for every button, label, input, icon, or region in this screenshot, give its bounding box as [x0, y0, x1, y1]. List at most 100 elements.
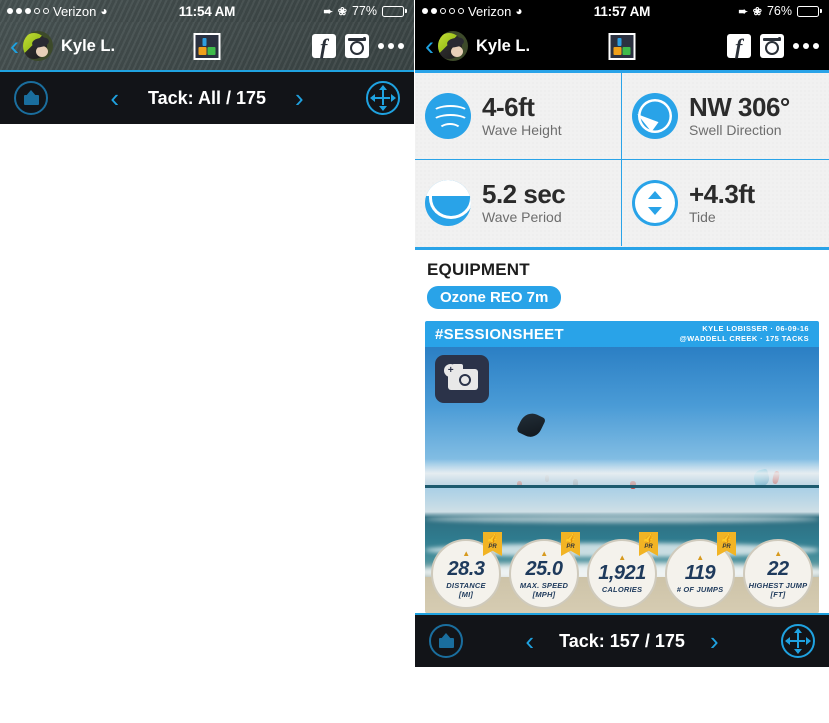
avatar[interactable] — [23, 31, 53, 61]
trace-logo-icon[interactable] — [608, 32, 636, 60]
instagram-icon[interactable] — [345, 34, 369, 58]
pr-badge: 👍 PR — [561, 532, 580, 556]
condition-text: NW 306° Swell Direction — [689, 93, 790, 138]
sheet-stat-max-speed[interactable]: ▲ 25.0 MAX. SPEED [MPH] 👍 PR — [509, 532, 580, 609]
bluetooth-icon: ❀ — [337, 5, 347, 18]
pr-label: PR — [488, 544, 497, 550]
pr-label: PR — [722, 544, 731, 550]
nav-actions: f — [312, 34, 404, 58]
phone-right: Verizon ◕ 11:57 AM ➨ ❀ 76% ‹ Kyle L. f 4… — [415, 0, 829, 723]
surf-line-1 — [425, 515, 819, 523]
session-detail-body: 4-6ft Wave Height NW 306° Swell Directio… — [415, 70, 829, 613]
battery-icon — [797, 5, 822, 17]
nav-bar-left: ‹ Kyle L. f — [0, 22, 414, 70]
move-crosshair-icon[interactable] — [366, 81, 400, 115]
stat-glyph: ▲ — [774, 548, 782, 558]
add-photo-camera-icon[interactable]: + — [435, 355, 489, 403]
session-sheet-header: #SESSIONSHEET KYLE LOBISSER · 06-09-16 @… — [425, 321, 819, 347]
wave-period-icon — [425, 180, 471, 226]
sheet-stat-value: 1,921 — [598, 562, 646, 584]
wave-period-label: Wave Period — [482, 209, 562, 226]
compass-icon — [632, 93, 678, 139]
tack-label: Tack: All / 175 — [147, 87, 267, 108]
battery-percent-label: 76% — [766, 4, 792, 18]
home-icon[interactable] — [14, 81, 48, 115]
user-name: Kyle L. — [476, 36, 531, 55]
wave-height-icon — [425, 93, 471, 139]
condition-card-swell-direction[interactable]: NW 306° Swell Direction — [622, 73, 829, 160]
ellipsis-icon[interactable] — [378, 43, 404, 49]
home-icon[interactable] — [429, 624, 463, 658]
session-sheet-meta-line1: KYLE LOBISSER · 06-09-16 — [702, 323, 809, 333]
trace-logo-icon[interactable] — [193, 32, 221, 60]
conditions-grid: 4-6ft Wave Height NW 306° Swell Directio… — [415, 70, 829, 250]
bottom-toolbar-right: ‹ Tack: 157 / 175 › — [415, 613, 829, 667]
back-button[interactable]: ‹ — [10, 32, 19, 60]
condition-card-tide[interactable]: +4.3ft Tide — [622, 160, 829, 246]
condition-card-wave-period[interactable]: 5.2 sec Wave Period — [415, 160, 622, 246]
tack-navigator: ‹ Tack: 157 / 175 › — [463, 628, 781, 654]
instagram-icon[interactable] — [760, 34, 784, 58]
facebook-icon[interactable]: f — [727, 34, 751, 58]
prev-tack-button[interactable]: ‹ — [525, 628, 534, 654]
nav-actions: f — [727, 34, 819, 58]
wave-height-value: 4-6ft — [482, 91, 535, 122]
sheet-stat-caption: MAX. SPEED [MPH] — [519, 580, 569, 599]
sheet-stat-highest-jump[interactable]: ▲ 22 HIGHEST JUMP [FT] — [743, 539, 813, 609]
facebook-icon[interactable]: f — [312, 34, 336, 58]
condition-text: 5.2 sec Wave Period — [482, 180, 566, 226]
session-sheet-stats: ▲ 28.3 DISTANCE [MI] 👍 PR ▲ 25.0 MAX. SP… — [425, 532, 819, 609]
ellipsis-icon[interactable] — [793, 43, 819, 49]
status-right-group: ➨ ❀ 76% — [622, 4, 822, 18]
tide-value: +4.3ft — [689, 178, 755, 209]
sheet-stat-calories[interactable]: ▲ 1,921 CALORIES 👍 PR — [587, 532, 658, 609]
tack-navigator: ‹ Tack: All / 175 › — [48, 85, 366, 111]
sheet-stat-value: 22 — [767, 557, 789, 580]
thumbs-up-icon: 👍 — [486, 533, 499, 543]
avatar[interactable] — [438, 31, 468, 61]
user-name: Kyle L. — [61, 36, 116, 55]
session-sheet-title: #SESSIONSHEET — [435, 325, 564, 343]
status-bar-right: Verizon ◕ 11:57 AM ➨ ❀ 76% — [415, 0, 829, 22]
status-left-group: Verizon ◕ — [7, 4, 207, 19]
pr-badge: 👍 PR — [639, 532, 658, 556]
sheet-stat-caption: HIGHEST JUMP [FT] — [748, 580, 808, 599]
tide-arrows-icon — [632, 180, 678, 226]
stat-glyph: ▲ — [462, 548, 470, 558]
phone-left: Verizon ◕ 11:54 AM ➨ ❀ 77% ‹ Kyle L. f ‹… — [0, 0, 414, 723]
stat-glyph: ▲ — [696, 553, 704, 562]
battery-icon — [382, 5, 407, 17]
thumbs-up-icon: 👍 — [642, 533, 655, 543]
location-arrow-icon: ➨ — [323, 5, 333, 18]
equipment-tag[interactable]: Ozone REO 7m — [427, 286, 562, 309]
next-tack-button[interactable]: › — [295, 85, 304, 111]
pr-badge: 👍 PR — [483, 532, 502, 556]
nav-bar-right: ‹ Kyle L. f — [415, 22, 829, 70]
move-crosshair-icon[interactable] — [781, 624, 815, 658]
bluetooth-icon: ❀ — [752, 5, 762, 18]
back-button[interactable]: ‹ — [425, 32, 434, 60]
status-bar-left: Verizon ◕ 11:54 AM ➨ ❀ 77% — [0, 0, 414, 22]
wave-height-label: Wave Height — [482, 122, 562, 139]
prev-tack-button[interactable]: ‹ — [110, 85, 119, 111]
bottom-toolbar-left: ‹ Tack: All / 175 › — [0, 70, 414, 124]
sheet-stat-caption: # OF JUMPS — [676, 585, 724, 594]
pr-label: PR — [644, 544, 653, 550]
pr-label: PR — [566, 544, 575, 550]
session-sheet-meta-line2: @WADDELL CREEK · 175 TACKS — [679, 334, 809, 343]
thumbs-up-icon: 👍 — [564, 533, 577, 543]
sheet-stat-caption: CALORIES — [601, 585, 643, 594]
condition-card-wave-height[interactable]: 4-6ft Wave Height — [415, 73, 622, 160]
stat-glyph: ▲ — [618, 553, 626, 562]
sheet-stat-jumps[interactable]: ▲ 119 # OF JUMPS 👍 PR — [665, 532, 736, 609]
sheet-stat-caption: DISTANCE [MI] — [446, 580, 486, 599]
tide-label: Tide — [689, 209, 716, 226]
sheet-stat-distance[interactable]: ▲ 28.3 DISTANCE [MI] 👍 PR — [431, 532, 502, 609]
sheet-stat-value: 119 — [684, 562, 716, 584]
thumbs-up-icon: 👍 — [720, 533, 733, 543]
session-sheet-card[interactable]: #SESSIONSHEET KYLE LOBISSER · 06-09-16 @… — [425, 321, 819, 613]
next-tack-button[interactable]: › — [710, 628, 719, 654]
battery-percent-label: 77% — [351, 4, 377, 18]
fog-bank — [425, 459, 819, 485]
signal-strength-icon — [7, 8, 49, 14]
